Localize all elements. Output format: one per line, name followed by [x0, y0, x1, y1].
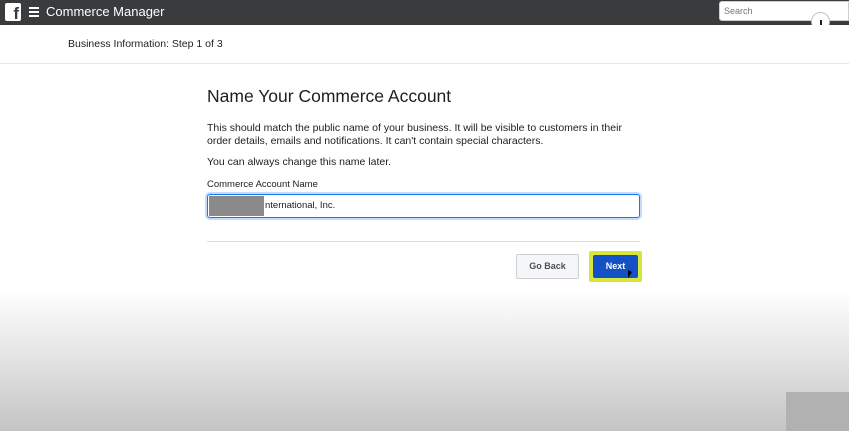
- change-later-note: You can always change this name later.: [207, 156, 392, 168]
- page-description: This should match the public name of you…: [207, 122, 622, 147]
- top-nav-bar: f Commerce Manager: [0, 0, 849, 31]
- mouse-cursor-icon: [628, 270, 632, 278]
- account-name-label: Commerce Account Name: [207, 179, 318, 190]
- account-name-field[interactable]: nternational, Inc.: [207, 194, 640, 218]
- facebook-logo-letter: f: [13, 4, 19, 23]
- facebook-logo-icon[interactable]: f: [5, 3, 21, 23]
- hamburger-menu-icon[interactable]: [29, 7, 39, 17]
- go-back-button[interactable]: Go Back: [516, 254, 579, 279]
- form-divider: [207, 241, 640, 242]
- bottom-gradient-overlay: [0, 290, 849, 431]
- account-name-value: nternational, Inc.: [265, 200, 336, 211]
- step-header: Business Information: Step 1 of 3: [0, 25, 849, 64]
- step-indicator: Business Information: Step 1 of 3: [68, 38, 223, 50]
- app-title: Commerce Manager: [46, 4, 165, 19]
- page-title: Name Your Commerce Account: [207, 86, 452, 106]
- redacted-text-block: [209, 196, 264, 216]
- corner-overlay-box: [786, 392, 849, 431]
